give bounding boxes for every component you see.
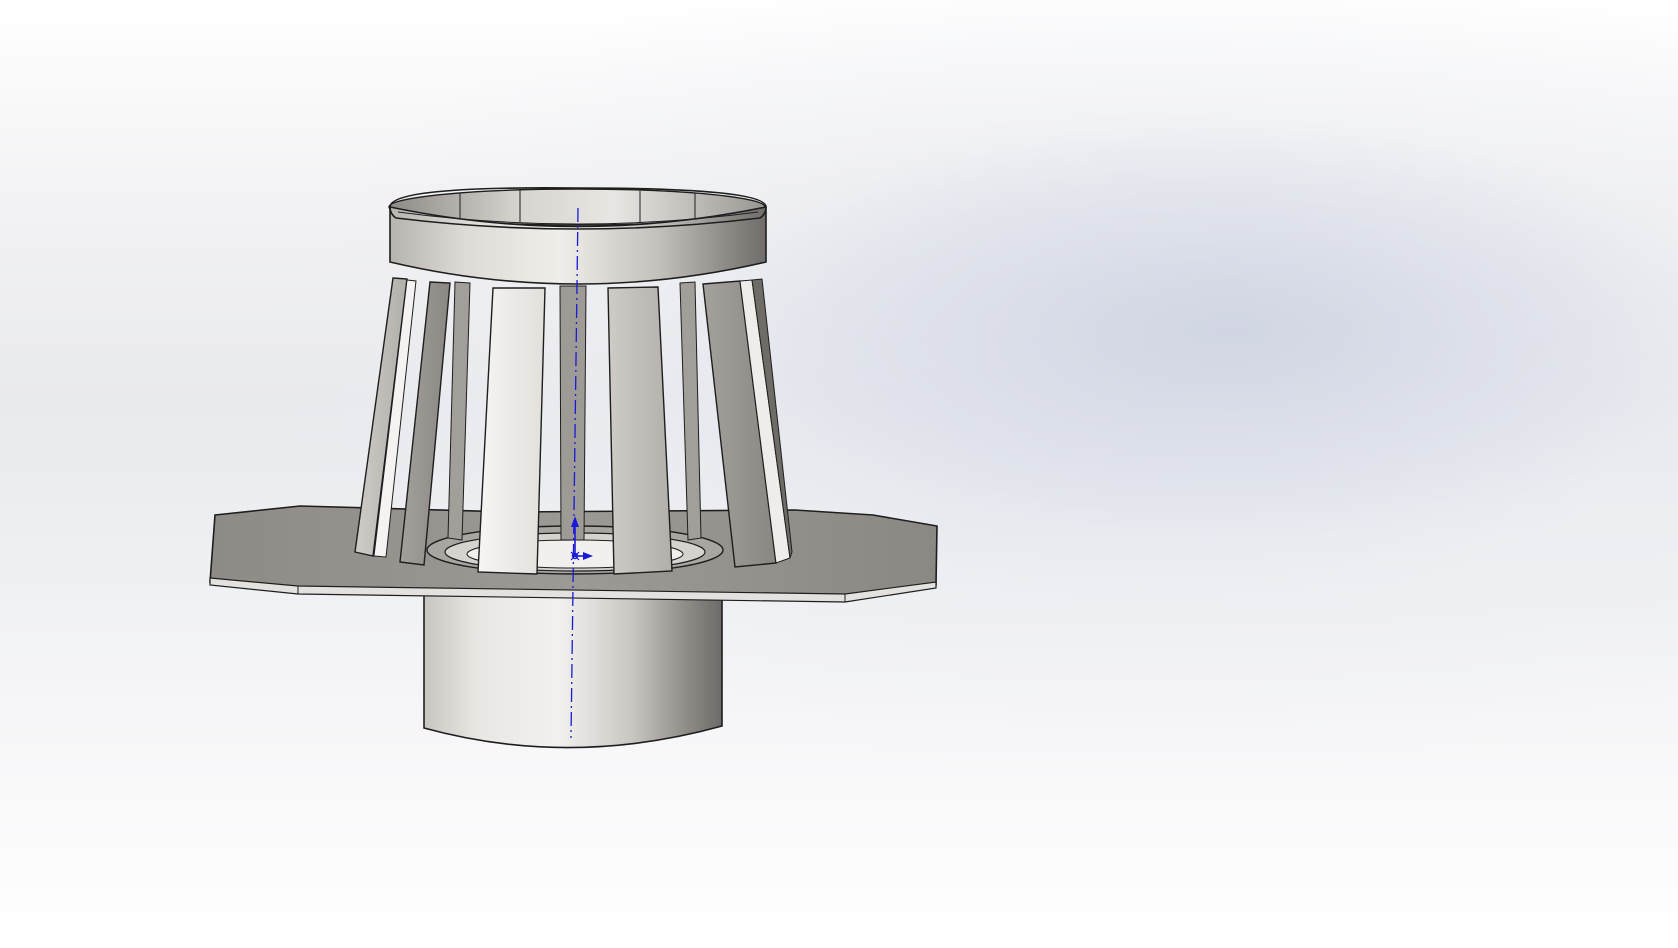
model-view[interactable] <box>0 0 1678 948</box>
outlet-pipe[interactable] <box>423 591 723 749</box>
graphics-viewport[interactable] <box>0 0 1678 948</box>
